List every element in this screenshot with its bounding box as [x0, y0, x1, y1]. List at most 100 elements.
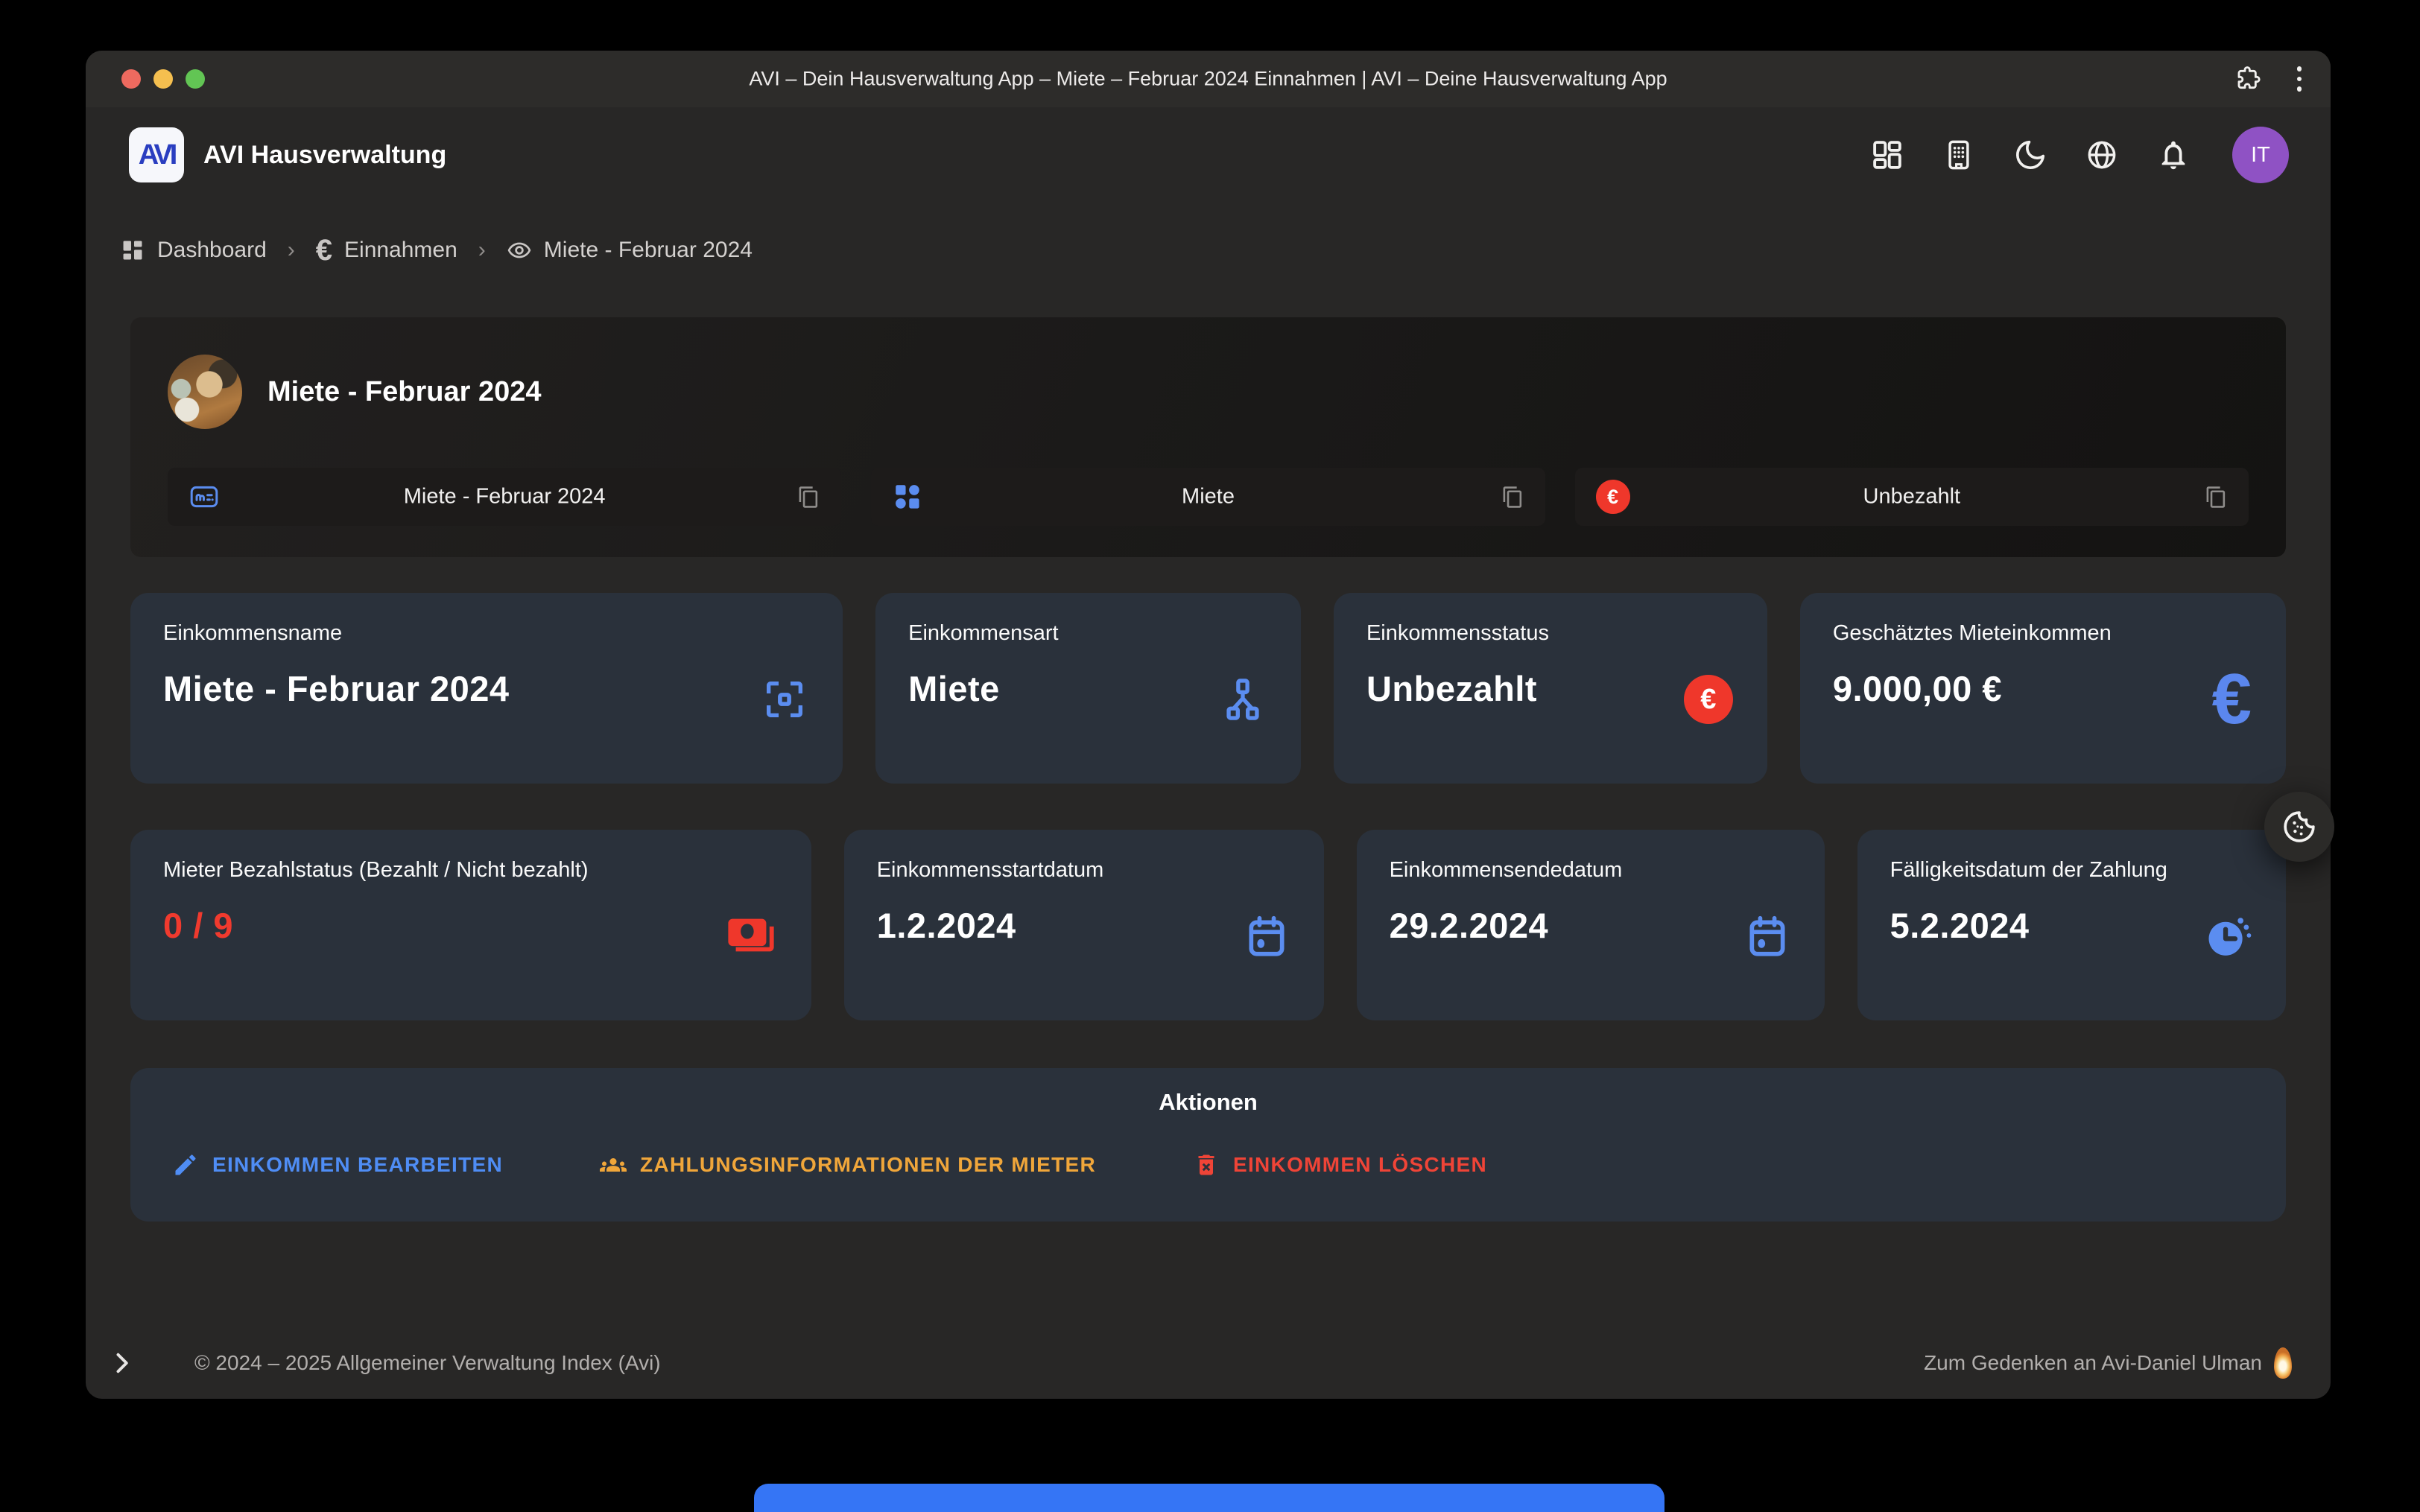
user-avatar[interactable]: IT [2232, 127, 2289, 183]
card-einkommensname: Einkommensname Miete - Februar 2024 [130, 593, 843, 784]
page-title: AVI – Dein Hausverwaltung App – Miete – … [749, 68, 1667, 91]
edit-income-label: EINKOMMEN BEARBEITEN [212, 1153, 503, 1177]
delete-income-button[interactable]: EINKOMMEN LÖSCHEN [1193, 1152, 1487, 1178]
tenant-payment-info-button[interactable]: ZAHLUNGSINFORMATIONEN DER MIETER [600, 1152, 1096, 1178]
card-startdatum: Einkommensstartdatum 1.2.2024 [844, 830, 1324, 1020]
euro-icon: € [2212, 664, 2252, 735]
income-name-field: Miete - Februar 2024 [168, 468, 841, 526]
card-mieteinkommen: Geschätztes Mieteinkommen 9.000,00 € € [1800, 593, 2286, 784]
breadcrumb-separator: › [478, 238, 486, 263]
delete-trash-icon [1193, 1152, 1220, 1178]
sidebar-expand-chevron-icon[interactable] [108, 1350, 135, 1376]
card-faelligkeitsdatum: Fälligkeitsdatum der Zahlung 5.2.2024 [1857, 830, 2286, 1020]
center-focus-icon [761, 676, 808, 723]
income-status-value: Unbezahlt [1642, 485, 2182, 509]
income-hero-card: Miete - Februar 2024 Miete - Februar 202… [130, 317, 2286, 557]
income-type-field: Miete [871, 468, 1545, 526]
minimize-window-button[interactable] [153, 69, 173, 89]
browser-titlebar: AVI – Dein Hausverwaltung App – Miete – … [86, 51, 2331, 107]
timer-icon [2202, 912, 2252, 961]
card-value: Miete [908, 668, 1268, 709]
income-name-value: Miete - Februar 2024 [235, 485, 774, 509]
category-icon [892, 481, 923, 512]
extensions-icon[interactable] [2232, 64, 2262, 94]
close-window-button[interactable] [121, 69, 141, 89]
card-value: 5.2.2024 [1890, 905, 2253, 946]
footer: © 2024 – 2025 Allgemeiner Verwaltung Ind… [86, 1344, 2331, 1382]
card-bezahlstatus: Mieter Bezahlstatus (Bezahlt / Nicht bez… [130, 830, 811, 1020]
cookie-settings-button[interactable] [2264, 792, 2334, 862]
breadcrumb-dashboard[interactable]: Dashboard [120, 238, 267, 263]
dashboard-icon [120, 238, 145, 263]
brand: AVI AVI Hausverwaltung [129, 127, 446, 182]
app-title: AVI Hausverwaltung [203, 141, 446, 170]
euro-badge-icon: € [1596, 480, 1630, 514]
breadcrumb-current: Miete - Februar 2024 [507, 238, 753, 263]
dark-mode-icon[interactable] [2013, 138, 2047, 172]
memorial: Zum Gedenken an Avi-Daniel Ulman [1924, 1347, 2292, 1379]
card-label: Einkommensstatus [1366, 621, 1735, 646]
main-content: Miete - Februar 2024 Miete - Februar 202… [86, 317, 2331, 1222]
card-label: Einkommensart [908, 621, 1268, 646]
header-actions: IT [1870, 127, 2289, 183]
euro-icon: € [316, 235, 332, 265]
card-value: 9.000,00 € [1833, 668, 2253, 709]
copy-icon[interactable] [797, 486, 820, 509]
cookie-icon [2280, 807, 2319, 846]
dashboard-icon[interactable] [1870, 138, 1904, 172]
memorial-candle-icon [2274, 1347, 2292, 1379]
tenant-payment-info-label: ZAHLUNGSINFORMATIONEN DER MIETER [640, 1153, 1096, 1177]
copyright-text: © 2024 – 2025 Allgemeiner Verwaltung Ind… [194, 1351, 661, 1375]
euro-badge-icon: € [1684, 675, 1733, 724]
copy-icon[interactable] [2205, 486, 2228, 509]
card-label: Einkommensstartdatum [877, 858, 1291, 883]
card-label: Einkommensendedatum [1390, 858, 1792, 883]
card-value: 0 / 9 [163, 905, 779, 946]
zoom-window-button[interactable] [186, 69, 205, 89]
tree-icon [1219, 676, 1267, 723]
income-thumbnail-image [168, 355, 242, 429]
app-header: AVI AVI Hausverwaltung [86, 107, 2331, 203]
card-einkommensart: Einkommensart Miete [875, 593, 1301, 784]
app-logo[interactable]: AVI [129, 127, 184, 182]
actions-title: Aktionen [172, 1089, 2244, 1116]
copy-icon[interactable] [1501, 486, 1524, 509]
eye-icon [507, 238, 532, 263]
name-badge-icon [189, 481, 220, 512]
hero-fields: Miete - Februar 2024 [168, 468, 2249, 526]
breadcrumb: Dashboard › € Einnahmen › Miete - Februa… [120, 232, 2331, 268]
card-value: Miete - Februar 2024 [163, 668, 810, 709]
browser-window: AVI – Dein Hausverwaltung App – Miete – … [86, 51, 2331, 1399]
notifications-bell-icon[interactable] [2156, 138, 2191, 172]
browser-menu-icon[interactable] [2284, 64, 2314, 94]
actions-row: EINKOMMEN BEARBEITEN ZAHLUNGSINFORMATION… [172, 1152, 2244, 1178]
card-label: Mieter Bezahlstatus (Bezahlt / Nicht bez… [163, 858, 779, 883]
stat-cards-row-2: Mieter Bezahlstatus (Bezahlt / Nicht bez… [130, 830, 2286, 1020]
calendar-icon [1244, 913, 1290, 959]
actions-card: Aktionen EINKOMMEN BEARBEITEN ZAHLUNGSIN… [130, 1068, 2286, 1222]
card-endedatum: Einkommensendedatum 29.2.2024 [1357, 830, 1825, 1020]
edit-income-button[interactable]: EINKOMMEN BEARBEITEN [172, 1152, 503, 1178]
memorial-text: Zum Gedenken an Avi-Daniel Ulman [1924, 1351, 2262, 1375]
card-label: Geschätztes Mieteinkommen [1833, 621, 2253, 646]
card-value: Unbezahlt [1366, 668, 1735, 709]
breadcrumb-label: Einnahmen [344, 238, 457, 263]
edit-pencil-icon [172, 1152, 199, 1178]
building-icon[interactable] [1942, 138, 1976, 172]
breadcrumb-separator: › [288, 238, 295, 263]
breadcrumb-einnahmen[interactable]: € Einnahmen [316, 235, 457, 265]
card-label: Fälligkeitsdatum der Zahlung [1890, 858, 2253, 883]
desktop: AVI – Dein Hausverwaltung App – Miete – … [0, 0, 2420, 1512]
window-controls [121, 69, 205, 89]
group-icon [600, 1152, 627, 1178]
card-einkommensstatus: Einkommensstatus Unbezahlt € [1334, 593, 1767, 784]
breadcrumb-label: Miete - Februar 2024 [544, 238, 753, 263]
calendar-icon [1744, 913, 1790, 959]
payments-icon [725, 910, 777, 962]
card-value: 29.2.2024 [1390, 905, 1792, 946]
language-globe-icon[interactable] [2085, 138, 2119, 172]
background-window-edge[interactable] [754, 1484, 1664, 1512]
delete-income-label: EINKOMMEN LÖSCHEN [1233, 1153, 1487, 1177]
stat-cards-row-1: Einkommensname Miete - Februar 2024 Eink… [130, 593, 2286, 784]
income-title: Miete - Februar 2024 [267, 376, 541, 408]
